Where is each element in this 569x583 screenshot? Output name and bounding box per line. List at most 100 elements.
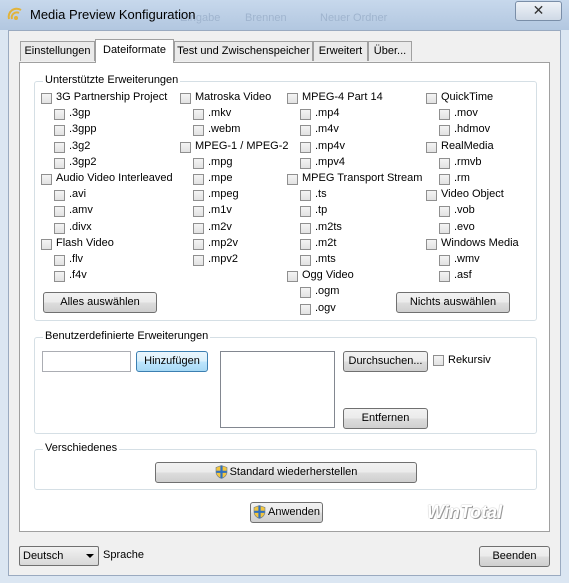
ext-rmvb-checkbox[interactable] (439, 157, 450, 169)
ext-vob-checkbox[interactable] (439, 206, 450, 218)
format-quicktime-checkbox[interactable] (426, 93, 437, 104)
uac-shield-icon (215, 465, 227, 479)
remove-button[interactable]: Entfernen (343, 408, 428, 429)
ext-m2t-checkbox[interactable] (300, 238, 311, 250)
ext-3gp2-label: .3gp2 (69, 155, 97, 168)
ext-mpe-checkbox[interactable] (193, 174, 204, 185)
format-mpeg-1-mpeg-2-checkbox[interactable] (180, 141, 191, 153)
ext-divx-label: .divx (69, 220, 92, 233)
ext-3gp-checkbox[interactable] (54, 109, 65, 121)
format-mpeg-transport-stream-checkbox[interactable] (287, 174, 298, 185)
ext-mpeg-checkbox[interactable] (193, 190, 204, 202)
ext-avi-label: .avi (69, 188, 87, 201)
ext-ogm-checkbox[interactable] (300, 287, 311, 299)
ext-3gp-label: .3gp (69, 107, 91, 120)
ext-3gpp-checkbox[interactable] (54, 125, 65, 137)
tab-test-und-zwischenspeicher[interactable]: Test und Zwischenspeicher (174, 41, 313, 61)
tab-einstellungen[interactable]: Einstellungen (20, 41, 95, 61)
misc-group: Verschiedenes Standard wiederherstellen (34, 442, 537, 490)
ext-ogv-label: .ogv (315, 301, 336, 314)
close-button[interactable]: ✕ (515, 1, 562, 21)
ext-mp2v-checkbox[interactable] (193, 238, 204, 250)
ext-avi-checkbox[interactable] (54, 190, 65, 202)
format-matroska-video-label: Matroska Video (195, 91, 272, 103)
custom-extensions-list[interactable] (220, 351, 335, 428)
select-all-button[interactable]: Alles auswählen (43, 292, 157, 313)
ext-hdmov-checkbox[interactable] (439, 125, 450, 137)
format-3g-partnership-project-label: 3G Partnership Project (56, 91, 168, 103)
ext-flv-checkbox[interactable] (54, 255, 65, 266)
ext-3gpp-label: .3gpp (69, 123, 97, 136)
ext-m4v-checkbox[interactable] (300, 125, 311, 137)
ext-mpv2-label: .mpv2 (208, 253, 238, 265)
ext-rm-checkbox[interactable] (439, 174, 450, 185)
ext-ts-checkbox[interactable] (300, 190, 311, 202)
ext-webm-checkbox[interactable] (193, 125, 204, 137)
ext-mpeg-label: .mpeg (208, 188, 239, 201)
tab-erweitert[interactable]: Erweitert (313, 41, 368, 61)
format-mpeg-4-part-14-checkbox[interactable] (287, 93, 298, 104)
ext-hdmov-label: .hdmov (454, 123, 491, 136)
apply-button[interactable]: Anwenden (250, 502, 323, 523)
ext-mov-checkbox[interactable] (439, 109, 450, 121)
ext-rmvb-label: .rmvb (454, 155, 482, 168)
format-ogg-video-checkbox[interactable] (287, 271, 298, 283)
ext-ts-label: .ts (315, 188, 327, 201)
recursive-checkbox[interactable] (433, 355, 444, 366)
ext-3g2-checkbox[interactable] (54, 141, 65, 153)
format-video-object-label: Video Object (441, 188, 504, 201)
exit-button[interactable]: Beenden (479, 546, 550, 567)
supported-extensions-title: Unterstützte Erweiterungen (43, 74, 181, 86)
app-icon (7, 7, 22, 20)
format-flash-video-label: Flash Video (56, 236, 114, 249)
format-video-object-checkbox[interactable] (426, 190, 437, 202)
chevron-down-icon (86, 554, 94, 558)
format-mpeg-4-part-14-label: MPEG-4 Part 14 (302, 91, 383, 103)
format-ogg-video-label: Ogg Video (302, 269, 354, 282)
ext-m1v-checkbox[interactable] (193, 206, 204, 218)
ext-divx-checkbox[interactable] (54, 222, 65, 234)
tab-ueber[interactable]: Über... (368, 41, 412, 61)
close-icon: ✕ (532, 2, 545, 18)
ext-m2v-checkbox[interactable] (193, 222, 204, 234)
format-flash-video-checkbox[interactable] (41, 238, 52, 250)
ext-mpv4-checkbox[interactable] (300, 157, 311, 169)
ext-mpg-checkbox[interactable] (193, 157, 204, 169)
format-audio-video-interleaved-checkbox[interactable] (41, 174, 52, 185)
background-menu-item: Brennen (245, 12, 287, 24)
ext-mkv-label: .mkv (208, 107, 232, 120)
ext-tp-checkbox[interactable] (300, 206, 311, 218)
ext-mts-label: .mts (315, 253, 336, 265)
browse-button[interactable]: Durchsuchen... (343, 351, 428, 372)
tab-panel-dateiformate: Unterstützte Erweiterungen Alles auswähl… (19, 62, 550, 532)
ext-3gp2-checkbox[interactable] (54, 157, 65, 169)
ext-mts-checkbox[interactable] (300, 255, 311, 266)
format-windows-media-checkbox[interactable] (426, 238, 437, 250)
format-realmedia-checkbox[interactable] (426, 141, 437, 153)
language-select[interactable]: Deutsch (19, 546, 99, 566)
ext-f4v-checkbox[interactable] (54, 271, 65, 283)
ext-mkv-checkbox[interactable] (193, 109, 204, 121)
ext-mp4v-checkbox[interactable] (300, 141, 311, 153)
ext-ogv-checkbox[interactable] (300, 303, 311, 315)
ext-webm-label: .webm (208, 123, 241, 136)
custom-extensions-title: Benutzerdefinierte Erweiterungen (43, 330, 211, 342)
add-button[interactable]: Hinzufügen (136, 351, 208, 372)
ext-evo-checkbox[interactable] (439, 222, 450, 234)
format-3g-partnership-project-checkbox[interactable] (41, 93, 52, 104)
ext-asf-checkbox[interactable] (439, 271, 450, 283)
ext-mp4-checkbox[interactable] (300, 109, 311, 121)
extension-input[interactable] (42, 351, 131, 372)
ext-wmv-checkbox[interactable] (439, 255, 450, 266)
ext-m2ts-checkbox[interactable] (300, 222, 311, 234)
restore-defaults-button[interactable]: Standard wiederherstellen (155, 462, 417, 483)
tab-dateiformate[interactable]: Dateiformate (95, 39, 174, 63)
ext-amv-checkbox[interactable] (54, 206, 65, 218)
format-matroska-video-checkbox[interactable] (180, 93, 191, 104)
ext-mpv2-checkbox[interactable] (193, 255, 204, 266)
format-mpeg-transport-stream-label: MPEG Transport Stream (302, 172, 423, 184)
ext-tp-label: .tp (315, 204, 328, 217)
ext-flv-label: .flv (69, 253, 84, 265)
select-none-button[interactable]: Nichts auswählen (396, 292, 510, 313)
ext-f4v-label: .f4v (69, 269, 87, 282)
